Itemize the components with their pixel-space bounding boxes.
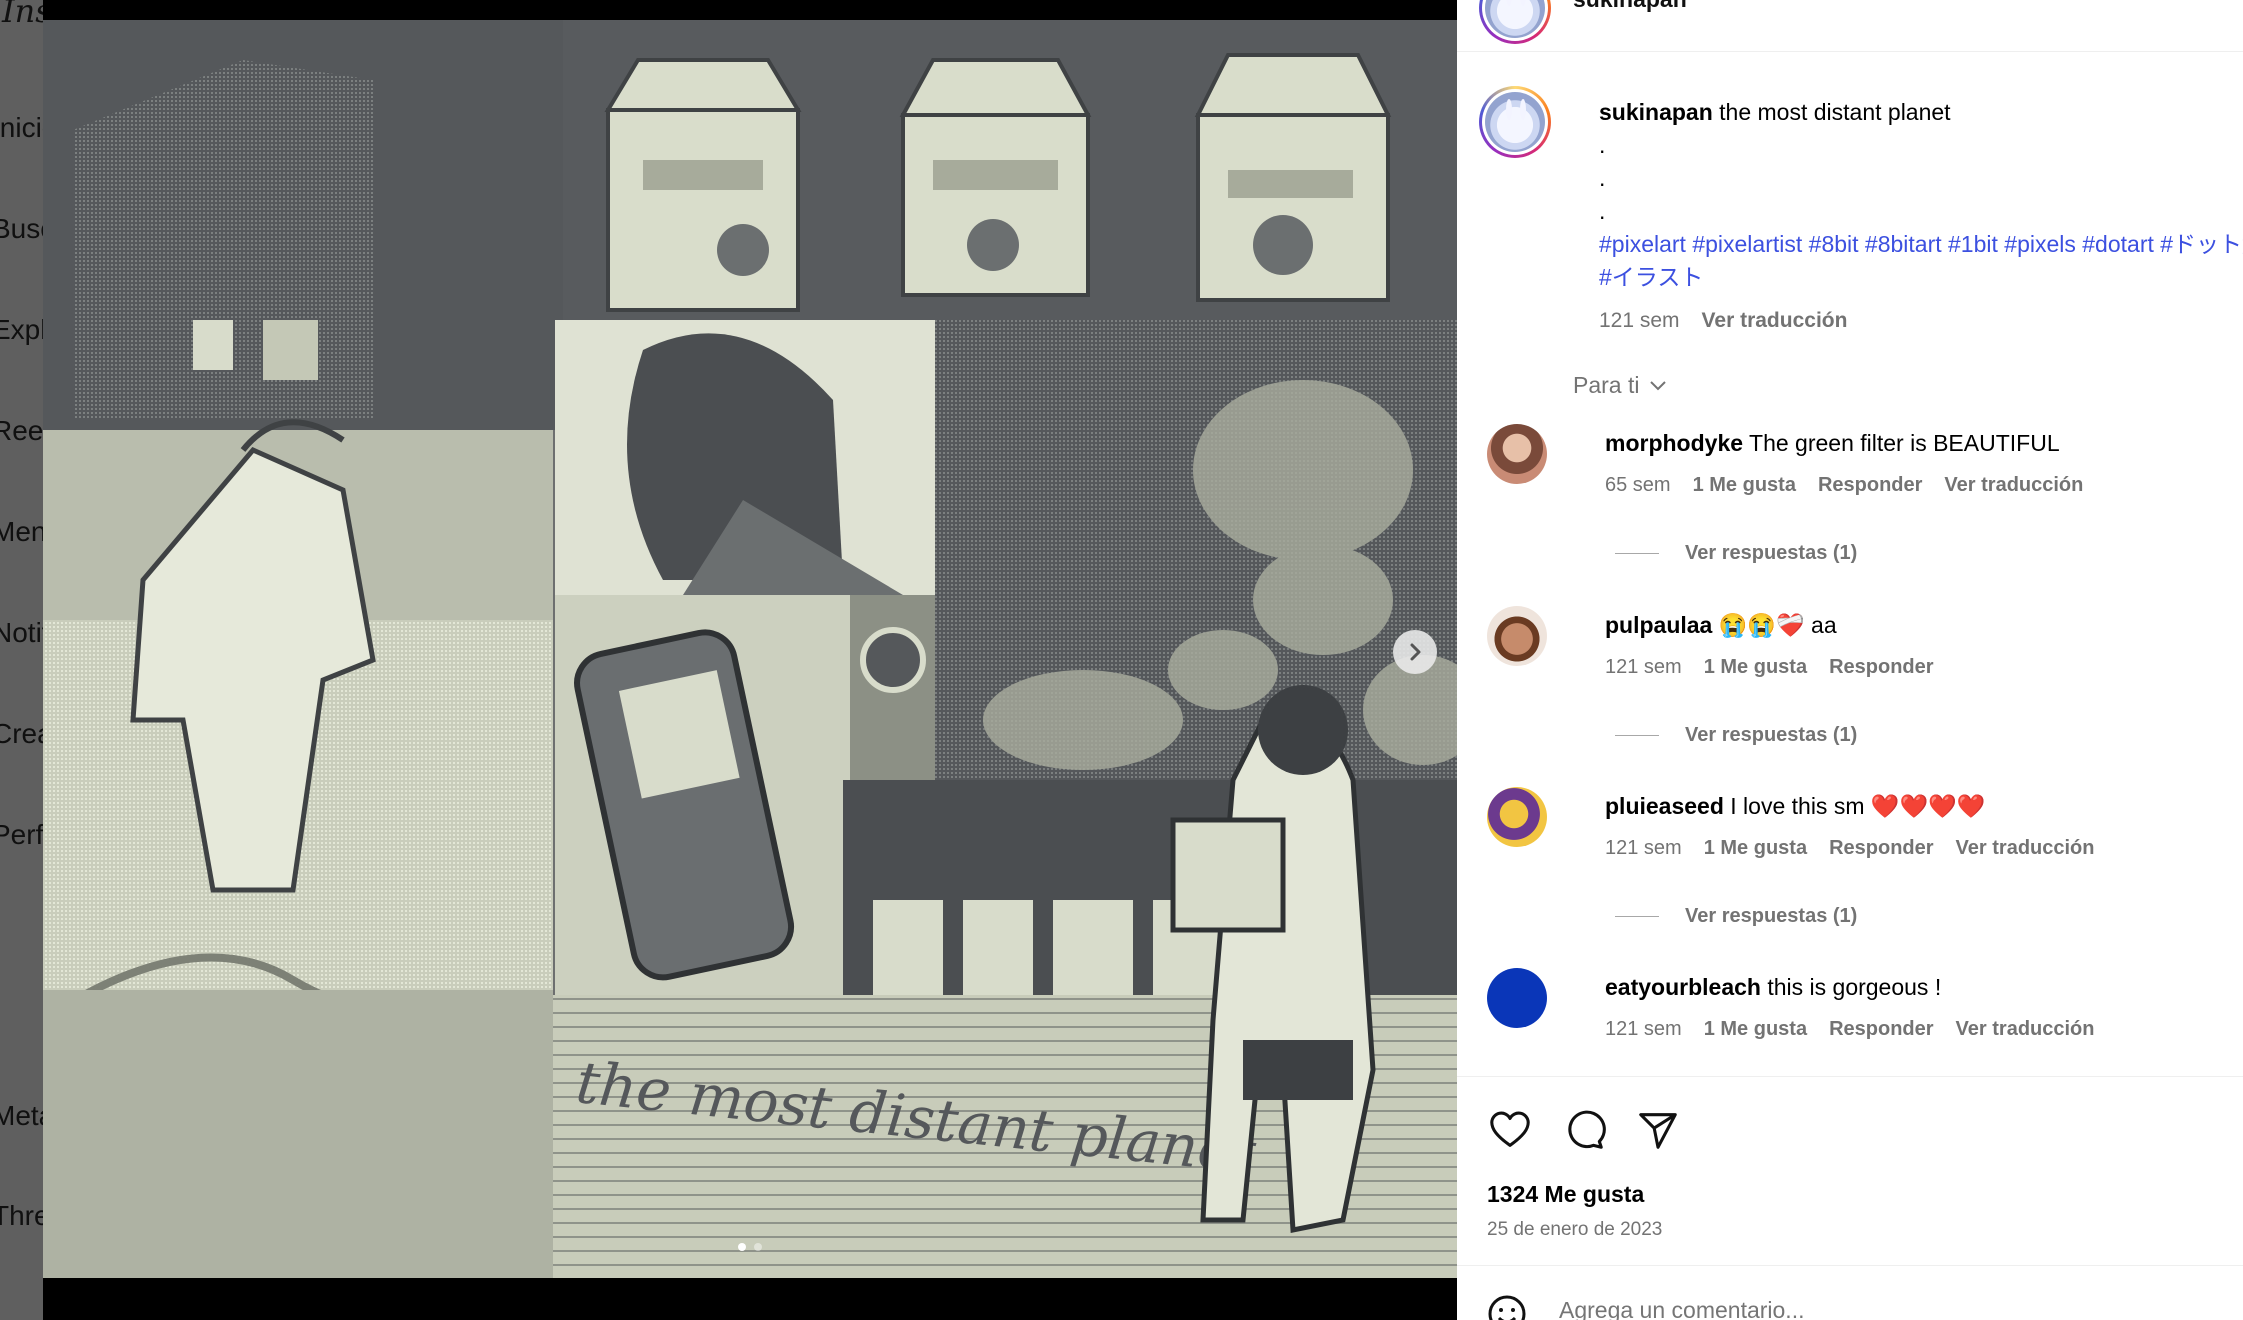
view-replies-label: Ver respuestas (1) <box>1685 905 1858 927</box>
comment-avatar[interactable] <box>1487 968 1547 1028</box>
comment-translate-link[interactable]: Ver traducción <box>1956 1018 2095 1041</box>
for-you-dropdown[interactable]: Para ti <box>1573 372 1667 399</box>
comment-translate-link[interactable]: Ver traducción <box>1956 837 2095 860</box>
comment-reply-button[interactable]: Responder <box>1829 656 1933 679</box>
carousel-next-button[interactable] <box>1393 630 1437 674</box>
comment-time: 121 sem <box>1605 656 1682 678</box>
comment-likes[interactable]: 1 Me gusta <box>1693 474 1796 497</box>
carousel-dot <box>754 1243 762 1251</box>
comment-username[interactable]: eatyourbleach <box>1605 974 1761 1000</box>
comment-avatar[interactable] <box>1487 787 1547 847</box>
comment-reply-button[interactable]: Responder <box>1829 1018 1933 1041</box>
post-header: sukinapan <box>1457 0 2243 52</box>
sidebar-item-explore[interactable]: Explorar <box>0 314 43 364</box>
sidebar-item-reels[interactable]: Reels <box>0 415 43 465</box>
sidebar: Ins Inicio Buscar Explorar Reels Mensaje… <box>0 0 43 1320</box>
comment-likes[interactable]: 1 Me gusta <box>1704 837 1807 860</box>
instagram-logo[interactable]: Ins <box>2 0 43 30</box>
likes-count[interactable]: 1324 Me gusta <box>1487 1181 1644 1208</box>
chevron-down-icon <box>1650 380 1667 390</box>
comment-avatar[interactable] <box>1487 424 1547 484</box>
author-avatar[interactable] <box>1479 0 1551 44</box>
caption-dot: . <box>1599 165 1606 191</box>
comment-input[interactable] <box>1559 1290 2159 1320</box>
sidebar-item-search[interactable]: Buscar <box>0 213 43 263</box>
comment-reply-button[interactable]: Responder <box>1818 474 1922 497</box>
like-heart-icon[interactable] <box>1487 1107 1533 1153</box>
comment-username[interactable]: pulpaulaa <box>1605 612 1712 638</box>
comment-text: 😭😭❤️‍🩹 aa <box>1718 612 1837 638</box>
pixel-art-collage: the most distant planet <box>43 20 1457 1278</box>
post-image[interactable]: the most distant planet <box>43 20 1457 1278</box>
view-replies-label: Ver respuestas (1) <box>1685 542 1858 564</box>
sidebar-item-notifications[interactable]: Notificaciones <box>0 617 43 667</box>
caption-time: 121 sem <box>1599 309 1680 332</box>
caption-hashtags-line2[interactable]: #イラスト <box>1599 261 2243 294</box>
comment-translate-link[interactable]: Ver traducción <box>1944 474 2083 497</box>
caption-author-avatar[interactable] <box>1479 86 1551 158</box>
author-username[interactable]: sukinapan <box>1573 0 1687 13</box>
sidebar-item-messages[interactable]: Mensajes <box>0 516 43 566</box>
emoji-icon[interactable] <box>1487 1294 1527 1320</box>
sidebar-item-create[interactable]: Crear <box>0 718 43 768</box>
post-media-frame: the most distant planet <box>43 0 1457 1320</box>
sidebar-item-threads[interactable]: Threads <box>0 1200 43 1250</box>
carousel-dot-active <box>738 1243 746 1251</box>
caption-hashtags[interactable]: #pixelart #pixelartist #8bit #8bitart #1… <box>1599 228 2243 261</box>
post-details-panel: sukinapan sukinapan the most distant pla… <box>1457 0 2243 1320</box>
view-replies-button[interactable]: Ver respuestas (1) <box>1615 905 1857 928</box>
carousel-indicator <box>43 1243 1457 1251</box>
comment-time: 65 sem <box>1605 474 1671 496</box>
comment-likes[interactable]: 1 Me gusta <box>1704 656 1807 679</box>
sidebar-item-home[interactable]: Inicio <box>0 112 43 162</box>
comment-username[interactable]: pluieaseed <box>1605 793 1724 819</box>
view-replies-button[interactable]: Ver respuestas (1) <box>1615 542 1857 565</box>
comment-reply-button[interactable]: Responder <box>1829 837 1933 860</box>
caption-text: the most distant planet <box>1719 99 1951 125</box>
add-comment-bar <box>1457 1265 2243 1320</box>
share-send-icon[interactable] <box>1635 1107 1681 1153</box>
comment-likes[interactable]: 1 Me gusta <box>1704 1018 1807 1041</box>
comment-time: 121 sem <box>1605 1018 1682 1040</box>
caption-author[interactable]: sukinapan <box>1599 99 1713 125</box>
sidebar-item-meta-ai[interactable]: Meta AI <box>0 1100 43 1150</box>
comment-text: The green filter is BEAUTIFUL <box>1749 430 2060 456</box>
for-you-label: Para ti <box>1573 372 1640 398</box>
comment-avatar[interactable] <box>1487 606 1547 666</box>
caption-dot: . <box>1599 132 1606 158</box>
view-replies-button[interactable]: Ver respuestas (1) <box>1615 724 1857 747</box>
comment-username[interactable]: morphodyke <box>1605 430 1743 456</box>
chevron-right-icon <box>1410 643 1421 661</box>
comment-bubble-icon[interactable] <box>1561 1107 1607 1153</box>
view-replies-label: Ver respuestas (1) <box>1685 724 1858 746</box>
comment-text: this is gorgeous ! <box>1767 974 1942 1000</box>
sidebar-item-profile[interactable]: Perfil <box>0 819 43 869</box>
comment-time: 121 sem <box>1605 837 1682 859</box>
post-date: 25 de enero de 2023 <box>1487 1219 1663 1240</box>
caption-translate-link[interactable]: Ver traducción <box>1702 304 1848 337</box>
post-actions: 1324 Me gusta 25 de enero de 2023 <box>1457 1076 2243 1320</box>
comment-text: I love this sm ❤️❤️❤️❤️ <box>1730 793 1986 819</box>
caption-dot: . <box>1599 198 1606 224</box>
